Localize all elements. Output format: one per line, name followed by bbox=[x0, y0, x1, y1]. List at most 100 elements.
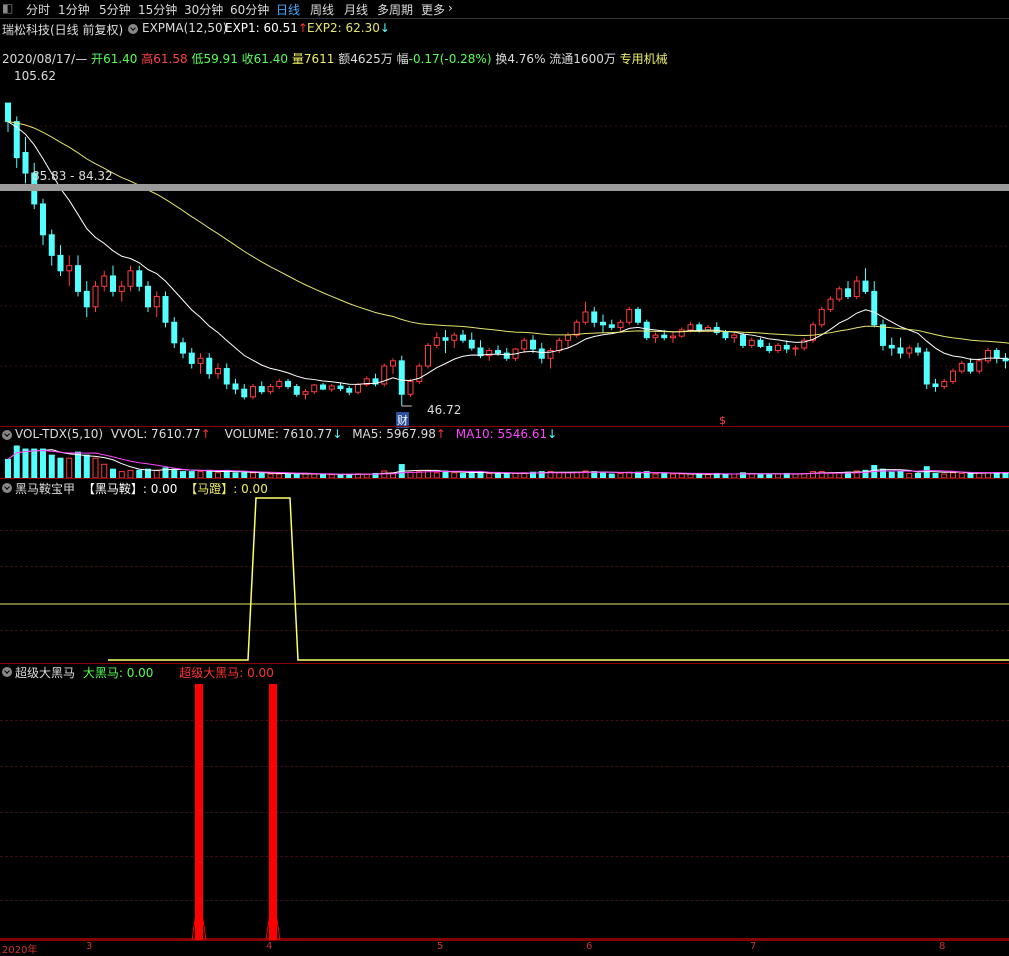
volume-bar bbox=[923, 466, 930, 478]
quote-date: 2020/08/17/— bbox=[2, 52, 88, 66]
candle-body bbox=[171, 321, 178, 344]
candle-body bbox=[66, 265, 73, 272]
tab-30min[interactable]: 30分钟 bbox=[184, 1, 223, 18]
candle-body bbox=[993, 350, 1000, 359]
tab-1min[interactable]: 1分钟 bbox=[58, 1, 90, 18]
volume-bar bbox=[66, 457, 73, 478]
sh-signal-chart[interactable] bbox=[0, 664, 1009, 940]
candle-body bbox=[206, 357, 213, 375]
super-heima-bar bbox=[269, 684, 277, 940]
volume-bar bbox=[57, 457, 64, 478]
volume-bar bbox=[381, 470, 388, 478]
volume-bar bbox=[5, 458, 11, 478]
candle-body bbox=[792, 347, 799, 350]
candle-body bbox=[460, 334, 466, 341]
chevron-right-icon[interactable]: › bbox=[448, 1, 453, 15]
candle-body bbox=[932, 383, 939, 388]
candle-body bbox=[48, 234, 55, 256]
candle-body bbox=[188, 352, 195, 364]
candle-body bbox=[328, 385, 335, 390]
tab-weekly[interactable]: 周线 bbox=[310, 1, 334, 18]
indicator-menu-icon[interactable] bbox=[128, 24, 138, 34]
volume-bar bbox=[101, 463, 108, 478]
candle-body bbox=[180, 342, 186, 354]
candle-body bbox=[346, 388, 353, 393]
candle-body bbox=[976, 360, 983, 372]
exp2-line bbox=[7, 121, 1009, 344]
volume-bar bbox=[31, 448, 38, 478]
stock-title: 瑞松科技(日线 前复权) bbox=[2, 23, 124, 37]
x-axis-label: 5 bbox=[437, 941, 444, 952]
candle-body bbox=[617, 321, 624, 328]
quote-volume: 7611 bbox=[303, 52, 335, 66]
candle-body bbox=[783, 344, 790, 350]
candle-body bbox=[407, 380, 414, 395]
candle-body bbox=[390, 360, 396, 367]
candle-body bbox=[57, 254, 64, 272]
candle-body bbox=[757, 339, 764, 347]
candle-body bbox=[643, 321, 650, 339]
volume-bar bbox=[22, 448, 29, 478]
candle-body bbox=[967, 362, 974, 372]
candle-body bbox=[302, 391, 309, 395]
x-axis-line bbox=[0, 940, 1009, 941]
candle-body bbox=[442, 337, 449, 341]
candle-body bbox=[635, 308, 641, 323]
candle-body bbox=[906, 347, 913, 354]
period-toolbar: ◧ 分时 1分钟 5分钟 15分钟 30分钟 60分钟 日线 周线 月线 多周期… bbox=[0, 0, 1009, 19]
x-axis-label: 3 bbox=[86, 941, 93, 952]
tab-more[interactable]: 更多 bbox=[421, 1, 445, 18]
vol-indicator-name: VOL-TDX(5,10) bbox=[15, 427, 104, 441]
candle-body bbox=[556, 339, 563, 352]
candle-body bbox=[521, 339, 528, 350]
volume-bar bbox=[92, 457, 99, 478]
candle-body bbox=[696, 324, 703, 331]
candle-body bbox=[888, 344, 895, 349]
candle-body bbox=[538, 348, 545, 359]
candle-body bbox=[136, 270, 143, 287]
tab-multi-period[interactable]: 多周期 bbox=[377, 1, 413, 18]
candle-body bbox=[582, 311, 589, 323]
volume-bar bbox=[136, 469, 143, 478]
candle-body bbox=[626, 308, 633, 323]
candle-body bbox=[687, 324, 694, 331]
candle-body bbox=[293, 386, 300, 395]
vol-menu-icon[interactable] bbox=[2, 430, 12, 440]
candle-body bbox=[110, 275, 116, 292]
quote-line: 2020/08/17/— 开61.40 高61.58 低59.91 收61.40… bbox=[2, 52, 668, 66]
candle-body bbox=[451, 334, 458, 341]
candle-body bbox=[530, 339, 536, 350]
candle-body bbox=[285, 380, 291, 388]
candle-body bbox=[600, 321, 606, 326]
candle-body bbox=[398, 360, 405, 395]
candle-body bbox=[337, 385, 344, 390]
tab-60min[interactable]: 60分钟 bbox=[230, 1, 269, 18]
tab-monthly[interactable]: 月线 bbox=[344, 1, 368, 18]
collapse-icon[interactable]: ◧ bbox=[2, 1, 13, 15]
tab-5min[interactable]: 5分钟 bbox=[99, 1, 131, 18]
super-heima-bar bbox=[195, 684, 203, 940]
volume-bar bbox=[880, 468, 886, 478]
exp1-value: EXP1: 60.51↑ bbox=[225, 21, 308, 35]
candle-body bbox=[276, 380, 283, 388]
candle-body bbox=[5, 102, 11, 123]
tab-daily[interactable]: 日线 bbox=[276, 1, 300, 18]
candle-body bbox=[608, 324, 615, 328]
candle-body bbox=[958, 362, 965, 372]
volume-chart[interactable] bbox=[0, 442, 1009, 478]
candle-body bbox=[153, 296, 160, 308]
hm-signal-chart[interactable] bbox=[0, 479, 1009, 663]
candle-body bbox=[661, 334, 668, 339]
candlestick-chart[interactable] bbox=[0, 66, 1009, 426]
x-axis-label: 2020年 bbox=[2, 945, 38, 956]
tab-fenshi[interactable]: 分时 bbox=[26, 1, 50, 18]
candle-body bbox=[433, 337, 440, 346]
candle-body bbox=[311, 384, 318, 393]
indicator-name[interactable]: EXPMA(12,50) bbox=[142, 21, 227, 35]
arrow-down-icon: ↓ bbox=[379, 21, 390, 35]
candle-body bbox=[670, 335, 676, 339]
candle-body bbox=[853, 280, 860, 298]
candle-body bbox=[871, 290, 878, 326]
tab-15min[interactable]: 15分钟 bbox=[138, 1, 177, 18]
x-axis-label: 4 bbox=[266, 941, 273, 952]
